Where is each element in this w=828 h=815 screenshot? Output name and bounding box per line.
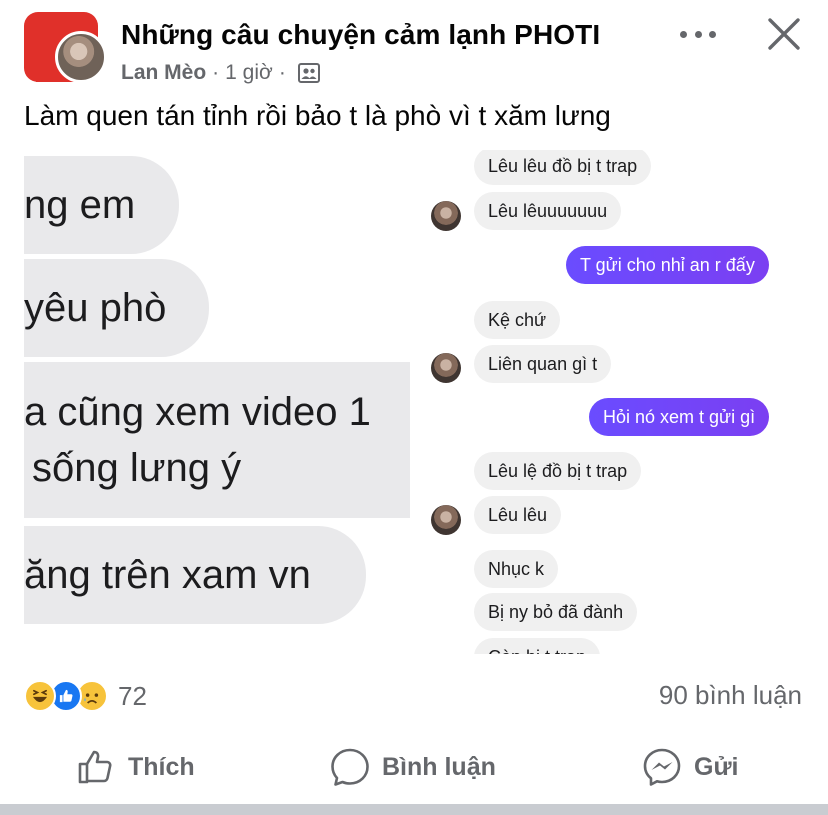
reactions-summary[interactable]: 72 <box>24 678 147 714</box>
post-caption: Làm quen tán tỉnh rồi bảo t là phò vì t … <box>24 100 611 131</box>
thumbs-up-icon <box>78 750 112 784</box>
incoming-message: Lêu lêu <box>474 496 562 534</box>
bubble-text: ng em <box>24 182 136 227</box>
more-dot-icon <box>680 30 687 38</box>
post-meta: Lan Mèo · 1 giờ · <box>121 61 320 85</box>
group-audience-icon <box>297 63 320 83</box>
comment-button[interactable]: Bình luận <box>330 740 496 794</box>
post-time[interactable]: 1 giờ <box>225 61 273 85</box>
chat-avatar <box>431 201 461 231</box>
post-actions: Thích Bình luận Gửi <box>0 740 828 794</box>
close-icon[interactable] <box>764 14 804 54</box>
outgoing-message: Hỏi nó xem t gửi gì <box>589 398 770 436</box>
zoomed-message-bubble: ăng trên xam vn <box>24 526 366 624</box>
incoming-message: Bị ny bỏ đã đành <box>474 593 638 631</box>
zoomed-message-bubble: yêu phò <box>24 259 209 357</box>
more-options-button[interactable] <box>676 18 720 50</box>
chat-avatar <box>431 505 461 535</box>
post-divider <box>0 804 828 815</box>
messenger-icon <box>643 748 681 786</box>
incoming-message: Lêu lêuuuuuuu <box>474 192 622 230</box>
incoming-message: Kệ chứ <box>474 301 561 339</box>
group-name[interactable]: Những câu chuyện cảm lạnh PHOTI <box>121 19 600 51</box>
comment-label: Bình luận <box>382 752 496 781</box>
incoming-message: Liên quan gì t <box>474 345 612 383</box>
author-avatar[interactable] <box>55 31 107 83</box>
comment-bubble-icon <box>331 748 369 786</box>
incoming-message: Lêu lệ đồ bị t trap <box>474 452 642 490</box>
post-image[interactable]: ng em yêu phò a cũng xem video 1 sống lư… <box>24 150 804 654</box>
incoming-message: Nhục k <box>474 550 559 588</box>
meta-separator-2: · <box>278 61 286 84</box>
send-label: Gửi <box>694 752 739 781</box>
comments-count[interactable]: 90 bình luận <box>659 680 802 711</box>
more-dot-icon <box>694 30 702 38</box>
chat-screenshot: Lêu lêu đồ bị t trap Lêu lêuuuuuuu T gửi… <box>424 150 804 654</box>
incoming-message: Còn bị t trap <box>474 638 601 654</box>
reaction-count: 72 <box>118 680 147 711</box>
more-dot-icon <box>709 30 716 38</box>
haha-reaction-icon <box>24 680 56 712</box>
outgoing-message: T gửi cho nhỉ an r đấy <box>566 246 769 284</box>
incoming-message: Lêu lêu đồ bị t trap <box>474 150 652 185</box>
meta-separator: · <box>212 61 220 84</box>
zoomed-message-bubble: ng em <box>24 156 179 254</box>
like-label: Thích <box>128 752 195 781</box>
author-name[interactable]: Lan Mèo <box>121 61 206 85</box>
bubble-text: sống lưng ý <box>32 446 242 490</box>
bubble-text: yêu phò <box>24 285 167 330</box>
chat-avatar <box>431 353 461 383</box>
bubble-text: ăng trên xam vn <box>24 552 311 597</box>
bubble-text: a cũng xem video 1 <box>24 390 371 434</box>
zoomed-message-bubble: a cũng xem video 1 sống lưng ý <box>24 362 410 518</box>
send-button[interactable]: Gửi <box>642 740 739 794</box>
like-button[interactable]: Thích <box>76 740 195 794</box>
